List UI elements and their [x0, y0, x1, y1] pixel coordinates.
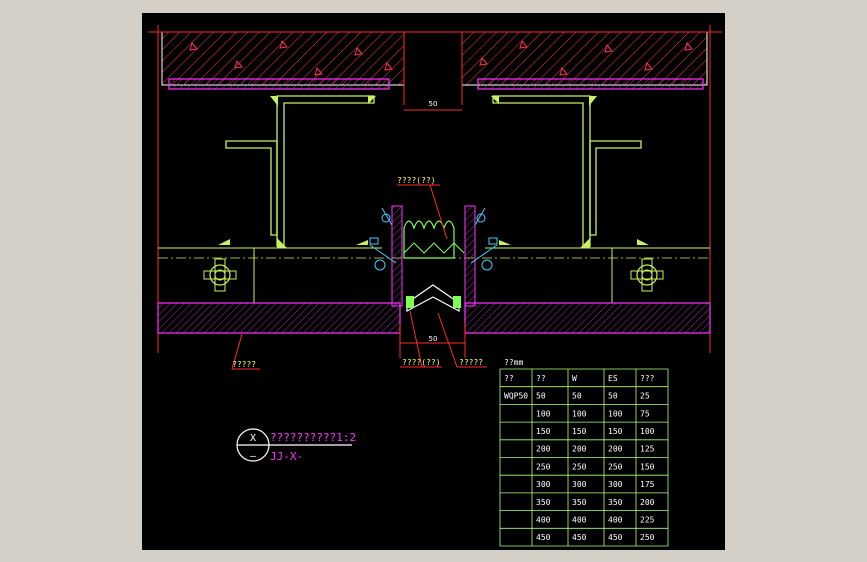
label-seal-strip: ?????	[459, 358, 483, 367]
angle-bracket-right	[492, 95, 642, 247]
embed-plate-right	[477, 78, 704, 90]
table-cell: 150	[640, 462, 655, 471]
detail-subtitle: JJ-X-	[270, 450, 303, 463]
table-cell: 250	[572, 462, 587, 471]
table-header-cell: ???	[640, 374, 655, 383]
table-cell: 50	[608, 392, 618, 401]
label-floor-finish: ?????	[232, 360, 256, 369]
table-cell: 50	[536, 392, 546, 401]
table-cell: 400	[608, 515, 623, 524]
table-cell: 200	[608, 445, 623, 454]
table-cell: 450	[572, 533, 587, 542]
dimension-bottom: 50	[399, 323, 466, 358]
rail-members	[158, 247, 710, 304]
table-cell: 450	[608, 533, 623, 542]
floor-finish-right	[464, 302, 711, 334]
table-cell: 350	[608, 498, 623, 507]
concrete-slab-left	[161, 31, 405, 86]
label-joint-core: ????(??)	[397, 176, 436, 185]
table-cell: 150	[572, 427, 587, 436]
table-cell: 50	[572, 392, 582, 401]
anchor-bolts	[369, 207, 498, 271]
dimension-top: 50	[404, 100, 462, 111]
bolt-left	[203, 258, 237, 292]
table-cell: 75	[640, 409, 650, 418]
table-cell: 400	[536, 515, 551, 524]
table-cell: WQP50	[504, 392, 528, 401]
table-cell: 200	[536, 445, 551, 454]
table-cell: 300	[536, 480, 551, 489]
table-header-cell: W	[572, 374, 577, 383]
embed-plate-left	[168, 78, 390, 90]
table-cell: 250	[640, 533, 655, 542]
table-header-cell: ??	[504, 374, 514, 383]
detail-title: ??????????1:2	[270, 431, 356, 444]
dim-bottom-label: 50	[429, 335, 438, 343]
detail-symbol-top: X	[250, 433, 256, 444]
table-cell: 100	[572, 409, 587, 418]
table-cell: 200	[572, 445, 587, 454]
table-cell: 125	[640, 445, 655, 454]
concrete-slab-right	[461, 31, 708, 86]
table-cell: 300	[608, 480, 623, 489]
table-cell: 250	[608, 462, 623, 471]
leader-lines	[231, 184, 487, 370]
drawing-canvas: 50 50 ????(??) ????? ????(??) ????? X — …	[142, 13, 725, 550]
table-cell: 25	[640, 392, 650, 401]
table-cell: 350	[572, 498, 587, 507]
table-cell: 300	[572, 480, 587, 489]
angle-bracket-left	[225, 95, 375, 247]
table-cell: 175	[640, 480, 655, 489]
detail-symbol-bottom: —	[250, 451, 257, 462]
table-cell: 100	[536, 409, 551, 418]
spec-table: ???? W ES ??? WQP50 50 50 50 25 100 100 100 75 150 150…	[499, 368, 669, 547]
table-header-cell: ES	[608, 374, 618, 383]
table-cell: 225	[640, 515, 655, 524]
table-cell: 250	[536, 462, 551, 471]
section-drawing: 50 50 ????(??) ????? ????(??) ????? X — …	[148, 25, 722, 547]
expansion-joint	[391, 205, 476, 313]
dim-top-label: 50	[429, 100, 438, 108]
table-cell: 350	[536, 498, 551, 507]
bolt-right	[630, 258, 664, 292]
table-cell: 100	[640, 427, 655, 436]
table-cell: 200	[640, 498, 655, 507]
table-cell: 400	[572, 515, 587, 524]
unit-label: ??mm	[504, 358, 523, 367]
floor-finish-left	[157, 302, 401, 334]
table-cell: 100	[608, 409, 623, 418]
label-cover-plate: ????(??)	[402, 358, 441, 367]
table-cell: 150	[608, 427, 623, 436]
table-header-cell: ??	[536, 374, 546, 383]
table-cell: 450	[536, 533, 551, 542]
table-cell: 150	[536, 427, 551, 436]
